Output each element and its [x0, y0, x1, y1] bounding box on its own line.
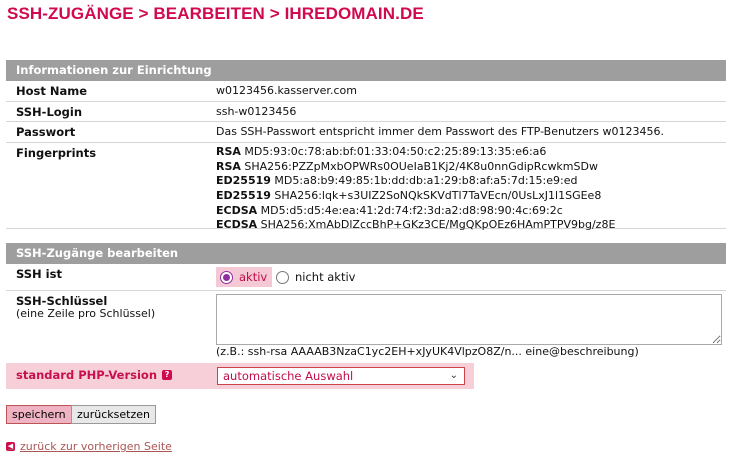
fingerprints-label: Fingerprints: [16, 146, 97, 160]
fingerprints-list: RSA MD5:93:0c:78:ab:bf:01:33:04:50:c2:25…: [216, 145, 615, 233]
save-button[interactable]: speichern: [6, 405, 72, 424]
fingerprint-value: MD5:d5:d5:4e:ea:41:2d:74:f2:3d:a2:d8:98:…: [260, 203, 563, 217]
fingerprint-line: ECDSA MD5:d5:d5:4e:ea:41:2d:74:f2:3d:a2:…: [216, 204, 615, 219]
ssh-status-row: SSH ist aktiv nicht aktiv: [6, 264, 726, 291]
radio-inactive-option[interactable]: nicht aktiv: [276, 267, 355, 287]
reset-button[interactable]: zurücksetzen: [71, 405, 156, 424]
php-version-label: standard PHP-Version ?: [16, 368, 173, 382]
fingerprint-type: RSA: [216, 145, 241, 158]
fingerprint-value: SHA256:PZZpMxbOPWRs0OUeIaB1Kj2/4K8u0nnGd…: [244, 159, 598, 173]
ssh-keys-textarea[interactable]: [216, 294, 722, 345]
ssh-login-row: SSH-Login ssh-w0123456: [6, 102, 726, 122]
host-name-row: Host Name w0123456.kasserver.com: [6, 81, 726, 102]
fingerprint-line: ED25519 SHA256:lqk+s3UIZ2SoNQkSKVdTl7TaV…: [216, 189, 615, 204]
chevron-down-icon: ⌄: [449, 370, 458, 381]
fingerprint-line: ED25519 MD5:a8:b9:49:85:1b:dd:db:a1:29:b…: [216, 174, 615, 189]
host-name-label: Host Name: [16, 84, 88, 98]
fingerprint-type: ECDSA: [216, 218, 258, 232]
password-value: Das SSH-Passwort entspricht immer dem Pa…: [216, 125, 664, 138]
help-icon[interactable]: ?: [162, 370, 173, 380]
fingerprint-type: ECDSA: [216, 203, 258, 217]
ssh-keys-sublabel: (eine Zeile pro Schlüssel): [16, 307, 156, 320]
radio-active[interactable]: [220, 270, 233, 284]
ssh-login-label: SSH-Login: [16, 105, 83, 119]
fingerprint-line: RSA MD5:93:0c:78:ab:bf:01:33:04:50:c2:25…: [216, 145, 615, 160]
radio-inactive[interactable]: [276, 270, 289, 284]
ssh-keys-label: SSH-Schlüssel: [16, 294, 108, 308]
back-arrow-icon: ◀: [6, 442, 15, 451]
back-link[interactable]: ◀ zurück zur vorherigen Seite: [6, 440, 172, 453]
password-label: Passwort: [16, 125, 76, 139]
host-name-value: w0123456.kasserver.com: [216, 84, 357, 97]
fingerprint-line: ECDSA SHA256:XmAbDlZccBhP+GKz3CE/MgQKpOE…: [216, 218, 615, 233]
radio-inactive-label: nicht aktiv: [295, 270, 356, 284]
php-version-row: standard PHP-Version ? automatische Ausw…: [6, 363, 474, 389]
info-section-header: Informationen zur Einrichtung: [6, 60, 726, 81]
page-title: SSH-ZUGÄNGE > BEARBEITEN > IHREDOMAIN.DE: [7, 4, 424, 23]
edit-section-header: SSH-Zugänge bearbeiten: [6, 243, 726, 264]
fingerprint-type: RSA: [216, 159, 241, 173]
fingerprint-line: RSA SHA256:PZZpMxbOPWRs0OUeIaB1Kj2/4K8u0…: [216, 160, 615, 175]
fingerprints-row: Fingerprints RSA MD5:93:0c:78:ab:bf:01:3…: [6, 143, 726, 231]
back-link-label: zurück zur vorherigen Seite: [20, 440, 172, 453]
fingerprint-type: ED25519: [216, 189, 271, 203]
fingerprint-value: MD5:a8:b9:49:85:1b:dd:db:a1:29:b8:af:a5:…: [274, 174, 578, 188]
ssh-login-value: ssh-w0123456: [216, 105, 297, 118]
ssh-status-label: SSH ist: [16, 267, 62, 281]
radio-active-option[interactable]: aktiv: [216, 267, 272, 287]
radio-active-label: aktiv: [239, 270, 268, 284]
fingerprint-value: MD5:93:0c:78:ab:bf:01:33:04:50:c2:25:89:…: [244, 145, 547, 158]
fingerprint-value: SHA256:XmAbDlZccBhP+GKz3CE/MgQKpOEz6HAmP…: [260, 218, 616, 232]
php-version-selected: automatische Auswahl: [223, 369, 354, 383]
ssh-keys-hint: (z.B.: ssh-rsa AAAAB3NzaC1yc2EH+xJyUK4Vl…: [216, 345, 639, 358]
php-version-label-text: standard PHP-Version: [16, 368, 158, 382]
php-version-select[interactable]: automatische Auswahl ⌄: [217, 367, 465, 385]
ssh-keys-row: SSH-Schlüssel (eine Zeile pro Schlüssel)…: [6, 291, 726, 363]
fingerprint-type: ED25519: [216, 174, 271, 188]
password-row: Passwort Das SSH-Passwort entspricht imm…: [6, 122, 726, 143]
fingerprint-value: SHA256:lqk+s3UIZ2SoNQkSKVdTl7TaVEcn/0UsL…: [274, 189, 602, 203]
